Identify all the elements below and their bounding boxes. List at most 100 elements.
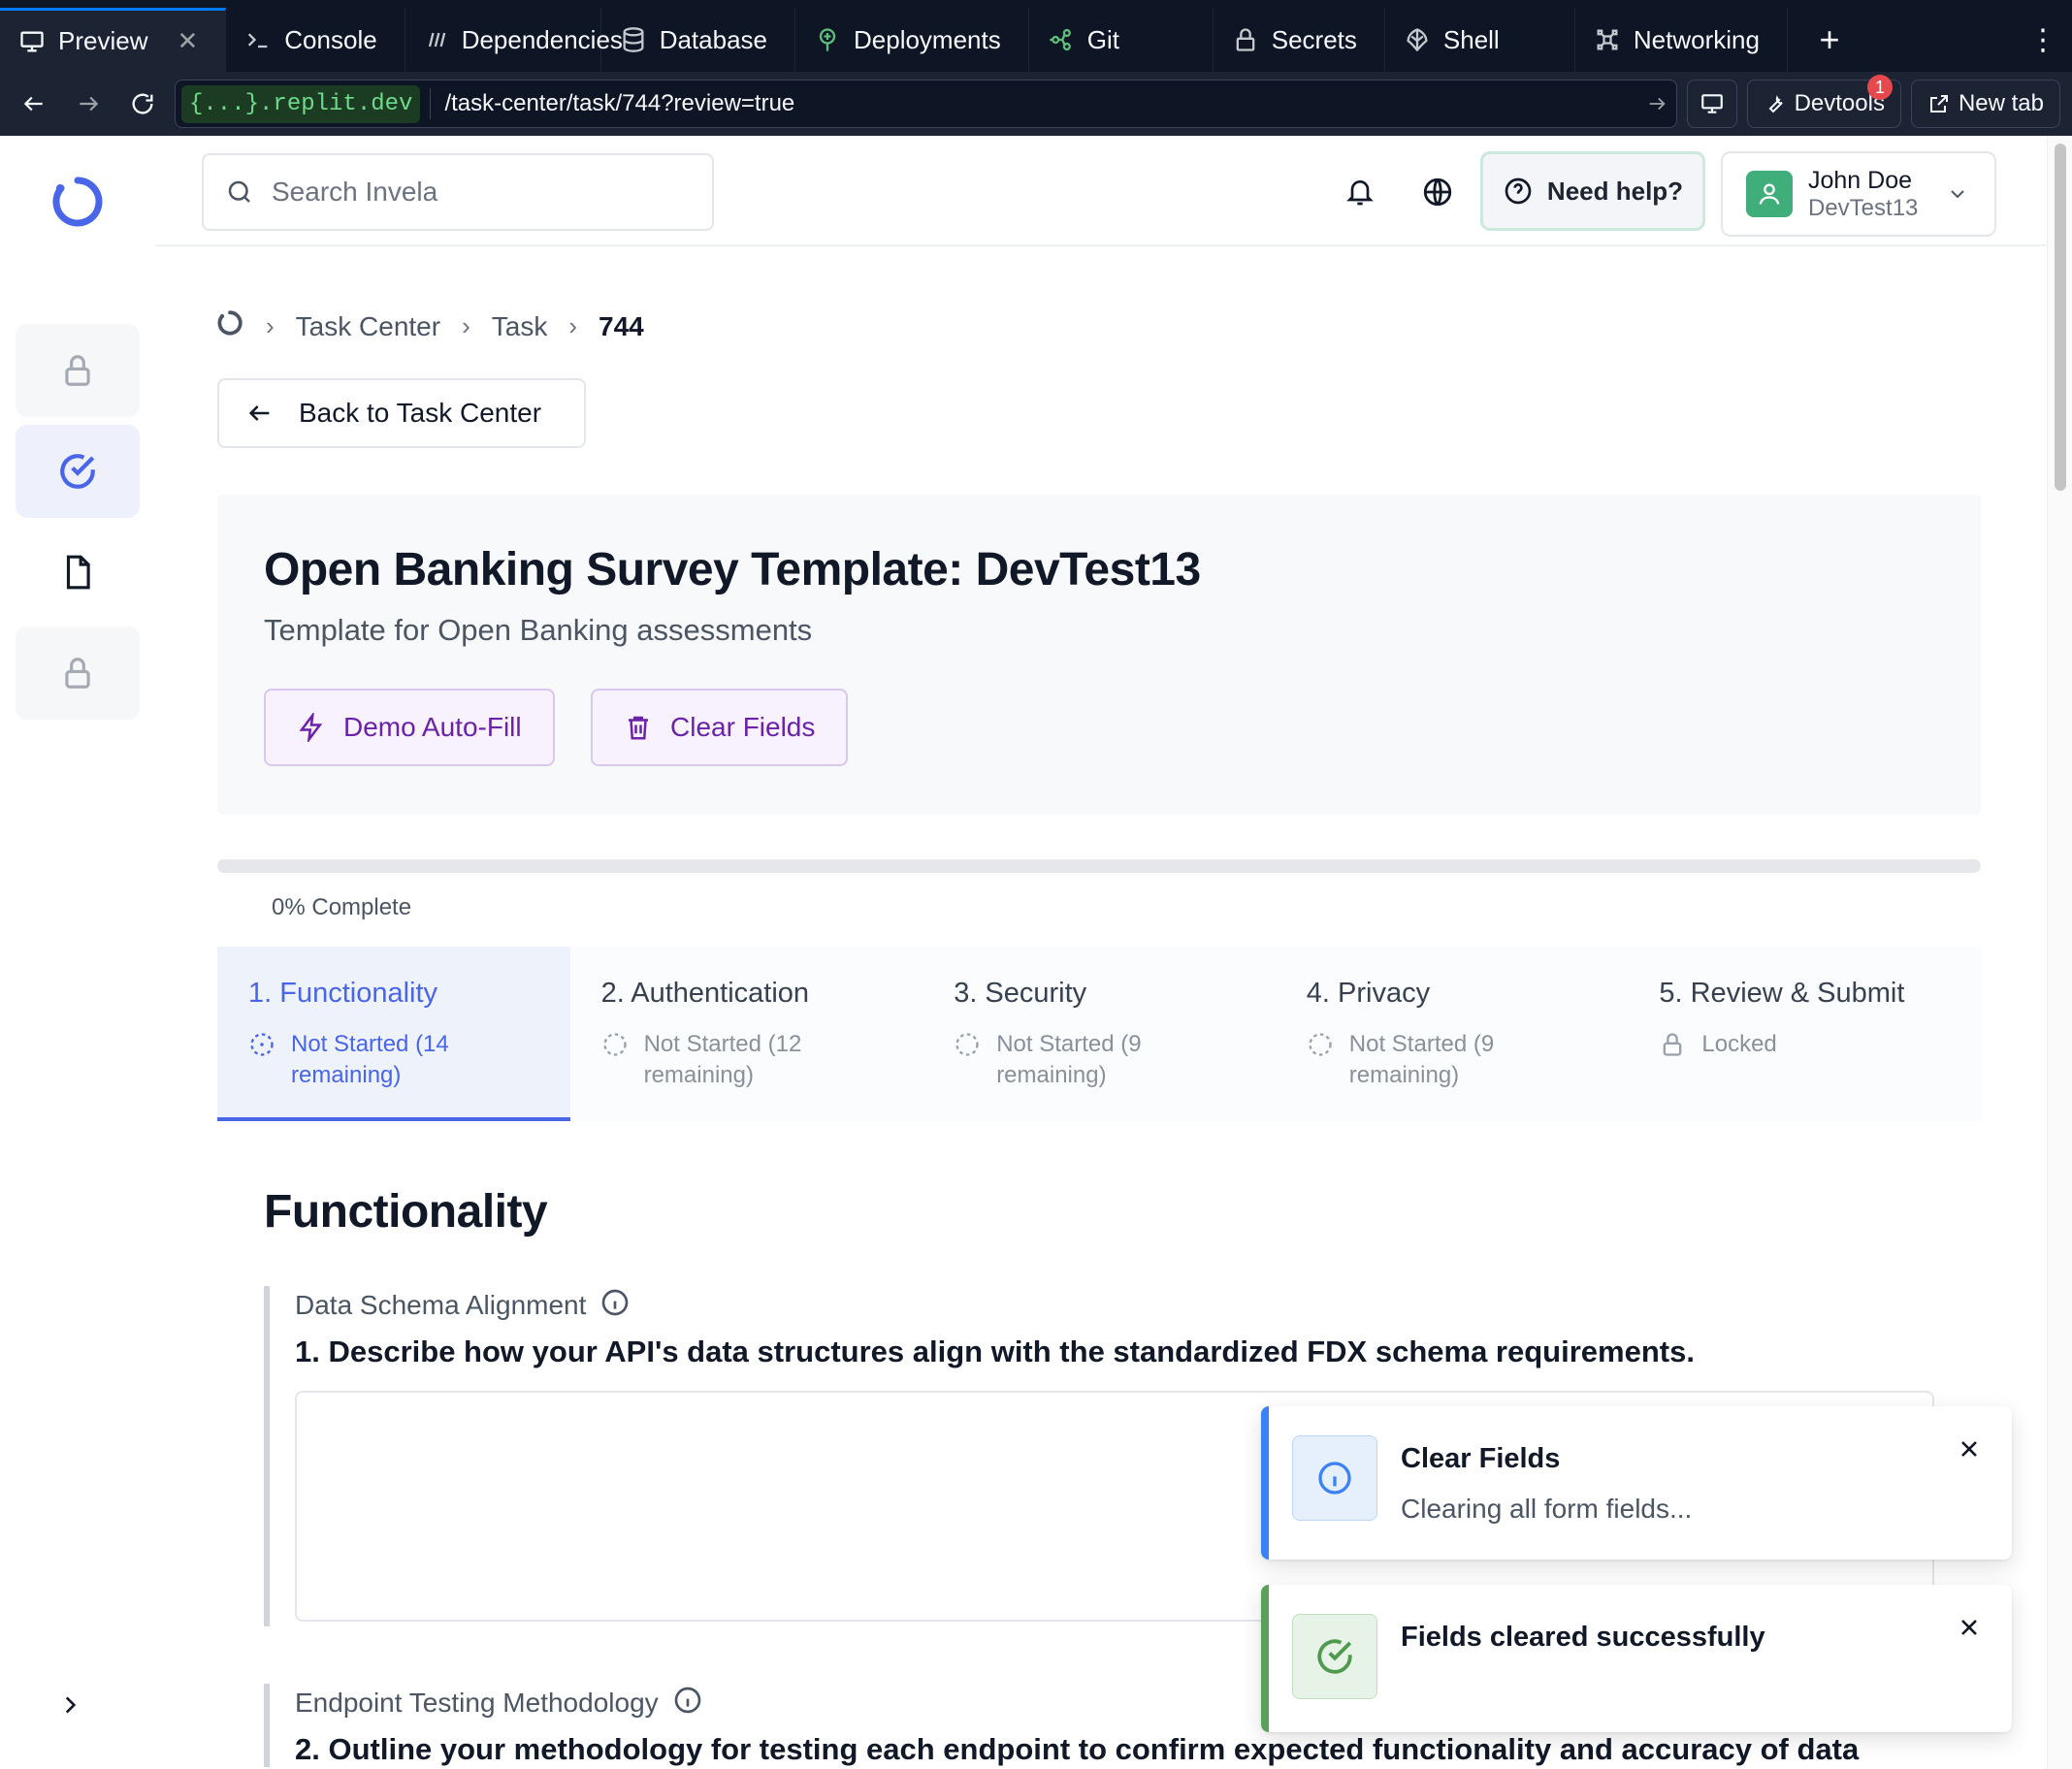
step-review-submit: 5. Review & Submit Locked — [1628, 947, 1981, 1121]
new-tab-button[interactable]: New tab — [1910, 80, 2060, 128]
question-category: Data Schema Alignment — [295, 1286, 1952, 1325]
tab-networking[interactable]: Networking — [1575, 8, 1788, 72]
dashed-circle-icon — [601, 1029, 631, 1091]
bell-icon[interactable] — [1333, 165, 1387, 219]
tab-label: Console — [284, 24, 377, 54]
lock-icon — [65, 658, 90, 689]
step-status-text: Not Started (12 remaining) — [643, 1031, 802, 1088]
search-icon — [228, 180, 250, 203]
toast-accent-bar — [1261, 1406, 1269, 1560]
dashed-circle-icon — [248, 1029, 277, 1091]
devtools-button[interactable]: Devtools 1 — [1746, 75, 1901, 128]
monitor-icon — [17, 27, 47, 56]
home-logo-icon[interactable] — [215, 308, 244, 344]
check-circle-icon — [60, 454, 95, 489]
user-name: John Doe — [1808, 166, 1913, 194]
user-menu-button[interactable]: John Doe DevTest13 — [1721, 151, 1996, 237]
search-box[interactable] — [202, 153, 714, 231]
device-preview-button[interactable] — [1686, 80, 1737, 128]
sidebar-item-documents[interactable] — [16, 526, 140, 619]
question-text: 1. Describe how your API's data structur… — [295, 1335, 1695, 1368]
shell-icon — [1403, 25, 1432, 54]
page-scrollbar[interactable] — [2047, 136, 2072, 1769]
tab-label: Deployments — [854, 24, 1001, 54]
dashed-circle-icon — [954, 1029, 983, 1091]
page-subtitle: Template for Open Banking assessments — [264, 613, 813, 647]
back-to-task-center-button[interactable]: Back to Task Center — [217, 378, 586, 448]
tab-preview[interactable]: Preview ✕ — [0, 8, 227, 72]
step-functionality[interactable]: 1. Functionality Not Started (14 remaini… — [217, 947, 570, 1121]
wrench-icon — [1768, 95, 1783, 113]
trash-icon — [629, 716, 648, 740]
step-title: 2. Authentication — [600, 978, 810, 1009]
breadcrumb-task[interactable]: Task — [492, 311, 548, 342]
step-authentication[interactable]: 2. Authentication Not Started (12 remain… — [570, 947, 923, 1121]
toast-title: Fields cleared successfully — [1401, 1622, 1765, 1653]
form-steps: 1. Functionality Not Started (14 remaini… — [217, 947, 1981, 1121]
file-icon — [66, 555, 90, 590]
scrollbar-thumb[interactable] — [2055, 144, 2066, 491]
workspace-tabbar: Preview ✕ Console Dependencies Database … — [0, 0, 2072, 72]
tab-label: Preview — [58, 26, 148, 55]
info-icon[interactable] — [599, 1287, 631, 1325]
lock-icon — [65, 355, 90, 386]
need-help-button[interactable]: Need help? — [1480, 151, 1705, 231]
step-status: Not Started (9 remaining) — [954, 1029, 1245, 1091]
info-icon — [1292, 1435, 1377, 1521]
close-icon[interactable]: ✕ — [177, 26, 198, 56]
demo-autofill-button[interactable]: Demo Auto-Fill — [264, 689, 555, 766]
search-input[interactable] — [272, 177, 698, 208]
tab-deployments[interactable]: Deployments — [795, 8, 1029, 72]
breadcrumb-task-center[interactable]: Task Center — [296, 311, 440, 342]
user-icon — [1759, 183, 1780, 205]
add-tab-button[interactable]: + — [1788, 8, 1871, 72]
invela-logo-icon[interactable] — [50, 175, 105, 229]
step-privacy[interactable]: 4. Privacy Not Started (9 remaining) — [1276, 947, 1629, 1121]
toast-description: Clearing all form fields... — [1401, 1494, 1693, 1524]
new-tab-label: New tab — [1958, 90, 2044, 116]
step-title: 3. Security — [954, 978, 1087, 1009]
back-button-label: Back to Task Center — [299, 398, 542, 428]
url-toolbar: {...}.replit.dev /task-center/task/744?r… — [0, 72, 2072, 136]
user-company: DevTest13 — [1808, 194, 1919, 221]
chevron-down-icon — [1946, 182, 1969, 210]
url-field[interactable]: {...}.replit.dev /task-center/task/744?r… — [175, 80, 1677, 128]
chevron-right-icon: › — [568, 311, 577, 340]
tab-git[interactable]: Git — [1029, 8, 1214, 72]
url-divider — [430, 88, 432, 119]
expand-sidebar-chevron-icon[interactable] — [54, 1689, 85, 1721]
chevron-right-icon: › — [266, 311, 275, 340]
sidebar-item-tasks[interactable] — [16, 425, 140, 518]
tab-database[interactable]: Database — [601, 8, 795, 72]
forward-arrow-icon[interactable] — [66, 81, 111, 126]
go-arrow-icon[interactable] — [1637, 93, 1676, 114]
sidebar-item-locked-2[interactable] — [16, 627, 140, 720]
app-header: Need help? John Doe DevTest13 — [155, 136, 2047, 246]
tab-console[interactable]: Console — [226, 8, 405, 72]
page-title: Open Banking Survey Template: DevTest13 — [264, 544, 1201, 595]
more-options-icon[interactable]: ⋮ — [2014, 8, 2072, 72]
clear-fields-button[interactable]: Clear Fields — [591, 689, 849, 766]
help-circle-icon — [1505, 177, 1532, 205]
networking-icon — [1593, 25, 1622, 54]
step-security[interactable]: 3. Security Not Started (9 remaining) — [923, 947, 1276, 1121]
sidebar-item-locked-1[interactable] — [16, 324, 140, 417]
dashed-circle-icon — [1307, 1029, 1336, 1091]
tab-shell[interactable]: Shell — [1385, 8, 1575, 72]
need-help-label: Need help? — [1546, 176, 1684, 206]
tab-label: Database — [659, 24, 767, 54]
app-viewport: Need help? John Doe DevTest13 › Task Cen… — [0, 136, 2072, 1769]
globe-icon[interactable] — [1410, 165, 1465, 219]
close-icon[interactable] — [1952, 1431, 1987, 1466]
reload-icon[interactable] — [120, 81, 165, 126]
tab-secrets[interactable]: Secrets — [1214, 8, 1385, 72]
step-status: Not Started (12 remaining) — [601, 1029, 892, 1091]
breadcrumb: › Task Center › Task › 744 — [215, 308, 644, 344]
task-header-card: Open Banking Survey Template: DevTest13 … — [217, 495, 1981, 815]
info-icon[interactable] — [672, 1685, 703, 1722]
check-circle-icon — [1292, 1614, 1377, 1699]
back-arrow-icon[interactable] — [12, 81, 56, 126]
tab-dependencies[interactable]: Dependencies — [405, 8, 623, 72]
close-icon[interactable] — [1952, 1610, 1987, 1645]
lock-icon — [1659, 1029, 1688, 1067]
